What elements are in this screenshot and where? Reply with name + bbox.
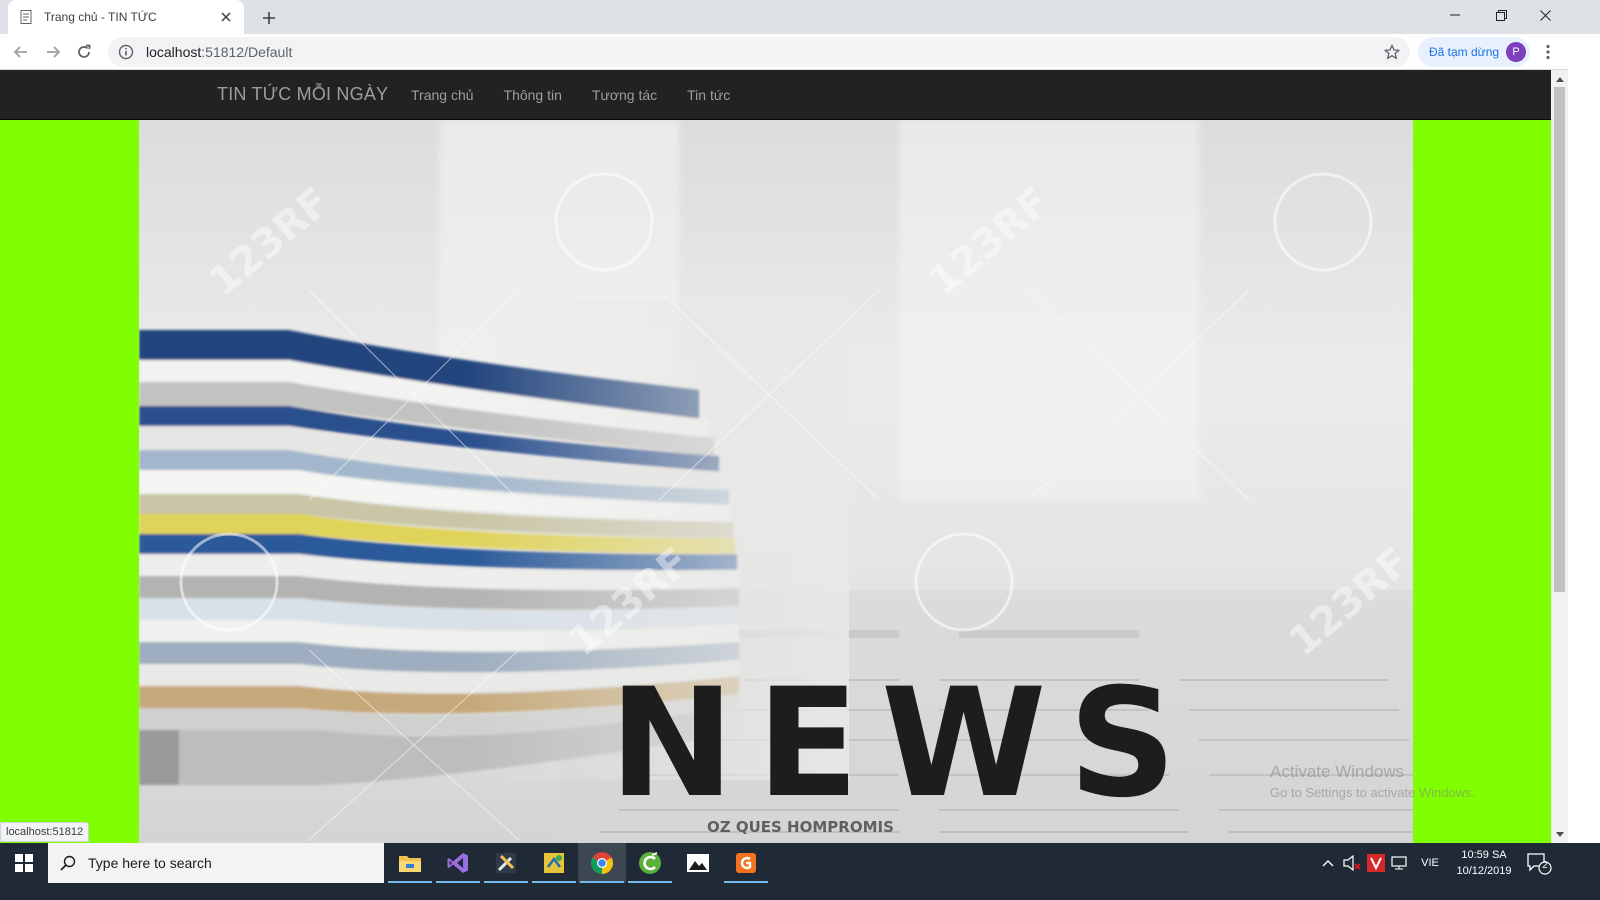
scrollbar-thumb[interactable] xyxy=(1554,87,1565,592)
sync-icon[interactable] xyxy=(530,843,578,883)
status-bar-url: localhost:51812 xyxy=(0,822,90,842)
search-placeholder: Type here to search xyxy=(88,855,212,871)
hero-news-image: NEWS OZ QUES HOMPROMIS 123RF 123RF 123RF… xyxy=(139,120,1413,843)
running-indicator xyxy=(484,881,528,883)
running-indicator xyxy=(532,881,576,883)
running-indicator xyxy=(436,881,480,883)
new-tab-icon[interactable] xyxy=(258,7,280,29)
browser-toolbar: localhost:51812/Default Đã tạm dừng P xyxy=(0,34,1600,70)
nav-link-tin-tuc[interactable]: Tin tức xyxy=(672,70,745,120)
activation-subtitle: Go to Settings to activate Windows. xyxy=(1270,785,1476,800)
running-indicator xyxy=(580,881,624,883)
forward-arrow-icon[interactable] xyxy=(41,40,65,64)
browser-tabstrip: Trang chủ - TIN TỨC xyxy=(0,0,1600,34)
browser-tab[interactable]: Trang chủ - TIN TỨC xyxy=(8,0,244,34)
nav-link-thong-tin[interactable]: Thông tin xyxy=(489,70,577,120)
info-icon[interactable] xyxy=(118,44,134,60)
file-explorer-icon[interactable] xyxy=(386,843,434,883)
nav-link-tuong-tac[interactable]: Tương tác xyxy=(577,70,672,120)
search-icon xyxy=(60,855,76,871)
back-arrow-icon[interactable] xyxy=(9,40,33,64)
reload-icon[interactable] xyxy=(72,40,96,64)
language-indicator[interactable]: VIE xyxy=(1418,853,1442,873)
windows-start-icon[interactable] xyxy=(0,843,48,883)
restore-icon[interactable] xyxy=(1478,0,1524,30)
window-close-icon[interactable] xyxy=(1522,0,1568,30)
page-viewport: TIN TỨC MỖI NGÀY Trang chủ Thông tin Tươ… xyxy=(0,70,1551,843)
avatar: P xyxy=(1506,42,1526,62)
running-indicator xyxy=(628,881,672,883)
clock-date: 10/12/2019 xyxy=(1456,865,1512,877)
tab-title: Trang chủ - TIN TỨC xyxy=(44,10,157,24)
address-bar[interactable]: localhost:51812/Default xyxy=(108,37,1410,67)
browser-menu-icon[interactable] xyxy=(1536,40,1560,64)
coccoc-icon[interactable] xyxy=(626,843,674,883)
url-text: localhost:51812/Default xyxy=(146,44,293,60)
profile-status-label: Đã tạm dừng xyxy=(1429,45,1500,59)
profile-button[interactable]: Đã tạm dừng P xyxy=(1418,37,1530,67)
minimize-icon[interactable] xyxy=(1432,0,1478,30)
windows-activation-notice: Activate Windows Go to Settings to activ… xyxy=(1270,762,1475,800)
taskbar-search-box[interactable]: Type here to search xyxy=(48,843,384,883)
page-scrollbar[interactable] xyxy=(1551,70,1568,843)
running-indicator xyxy=(388,881,432,883)
news-headline: NEWS xyxy=(609,657,1199,831)
window-edge xyxy=(1568,34,1600,843)
foxit-pdf-icon[interactable] xyxy=(722,843,770,883)
chevron-up-icon[interactable] xyxy=(1318,853,1338,873)
running-indicator xyxy=(724,881,768,883)
network-icon[interactable] xyxy=(1390,853,1410,873)
action-center-icon[interactable]: 2 xyxy=(1526,851,1552,875)
close-tab-icon[interactable] xyxy=(218,9,234,25)
scroll-down-arrow-icon[interactable] xyxy=(1551,826,1568,843)
bookmark-star-icon[interactable] xyxy=(1384,44,1400,60)
nav-link-trang-chu[interactable]: Trang chủ xyxy=(396,70,489,120)
site-brand[interactable]: TIN TỨC MỖI NGÀY xyxy=(217,84,388,105)
clock-time: 10:59 SA xyxy=(1461,849,1507,861)
visual-studio-icon[interactable] xyxy=(434,843,482,883)
chrome-icon[interactable] xyxy=(578,843,626,883)
tools-icon[interactable] xyxy=(482,843,530,883)
site-navbar: TIN TỨC MỖI NGÀY Trang chủ Thông tin Tươ… xyxy=(0,70,1551,120)
activation-title: Activate Windows xyxy=(1270,762,1405,781)
page-favicon-icon xyxy=(20,10,32,24)
newsprint-text: OZ QUES HOMPROMIS xyxy=(707,818,894,836)
scroll-up-arrow-icon[interactable] xyxy=(1551,70,1568,87)
volume-muted-icon[interactable] xyxy=(1342,853,1362,873)
site-nav-links: Trang chủ Thông tin Tương tác Tin tức xyxy=(396,70,745,120)
taskbar-clock[interactable]: 10:59 SA 10/12/2019 xyxy=(1448,847,1520,879)
vietkey-icon[interactable] xyxy=(1366,853,1386,873)
notification-count: 2 xyxy=(1542,860,1548,871)
photos-icon[interactable] xyxy=(674,843,722,883)
windows-taskbar: Type here to search VIE 10:59 SA 10/12/2… xyxy=(0,843,1600,900)
